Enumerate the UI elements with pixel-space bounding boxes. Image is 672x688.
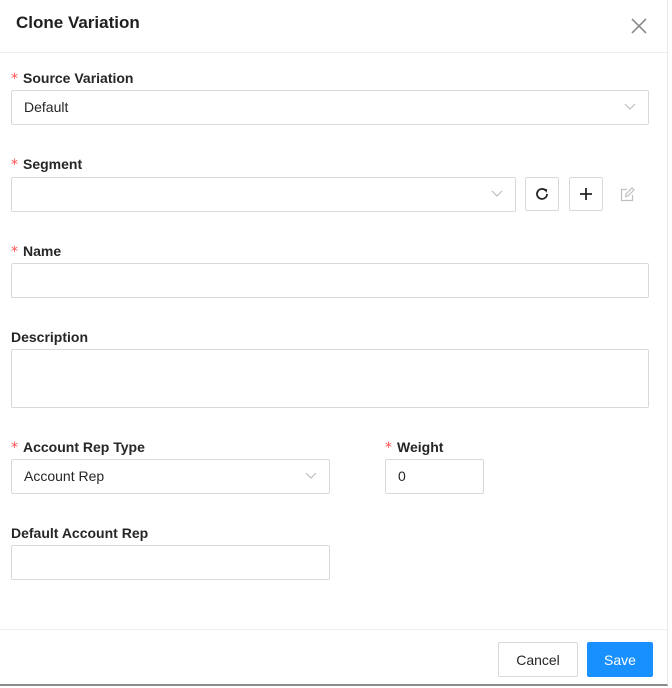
plus-icon — [580, 188, 592, 200]
segment-label: * Segment — [11, 156, 83, 173]
close-icon[interactable] — [629, 16, 649, 36]
description-textarea[interactable] — [11, 349, 649, 408]
required-mark: * — [385, 440, 392, 456]
chevron-down-icon — [491, 190, 503, 197]
modal-footer: Cancel Save — [0, 629, 667, 686]
required-mark: * — [11, 71, 18, 87]
edit-icon — [620, 187, 635, 202]
add-segment-button[interactable] — [569, 177, 603, 211]
account-rep-type-label: * Account Rep Type — [11, 439, 145, 456]
edit-segment-button[interactable] — [619, 187, 635, 203]
name-label: * Name — [11, 243, 62, 260]
weight-label: * Weight — [385, 439, 444, 456]
source-variation-select[interactable]: Default — [11, 90, 649, 125]
save-button[interactable]: Save — [587, 642, 653, 677]
chevron-down-icon — [624, 103, 636, 110]
segment-select[interactable] — [11, 177, 516, 212]
default-account-rep-label: Default Account Rep — [11, 525, 149, 541]
refresh-segment-button[interactable] — [525, 177, 559, 211]
chevron-down-icon — [305, 472, 317, 479]
modal-title: Clone Variation — [16, 13, 140, 32]
default-account-rep-input[interactable] — [11, 545, 330, 580]
modal-header: Clone Variation — [0, 0, 667, 53]
required-mark: * — [11, 157, 18, 173]
source-variation-label: * Source Variation — [11, 70, 134, 87]
required-mark: * — [11, 244, 18, 260]
refresh-icon — [536, 188, 548, 200]
weight-value: 0 — [398, 468, 406, 484]
name-input[interactable] — [11, 263, 649, 298]
required-mark: * — [11, 440, 18, 456]
account-rep-type-select[interactable]: Account Rep — [11, 459, 330, 494]
account-rep-type-value: Account Rep — [24, 468, 105, 484]
weight-input[interactable]: 0 — [385, 459, 484, 494]
clone-variation-modal: Clone Variation * Source Variation Defaul… — [0, 0, 668, 686]
source-variation-value: Default — [24, 99, 69, 115]
cancel-button[interactable]: Cancel — [498, 642, 578, 677]
description-label: Description — [11, 329, 89, 345]
